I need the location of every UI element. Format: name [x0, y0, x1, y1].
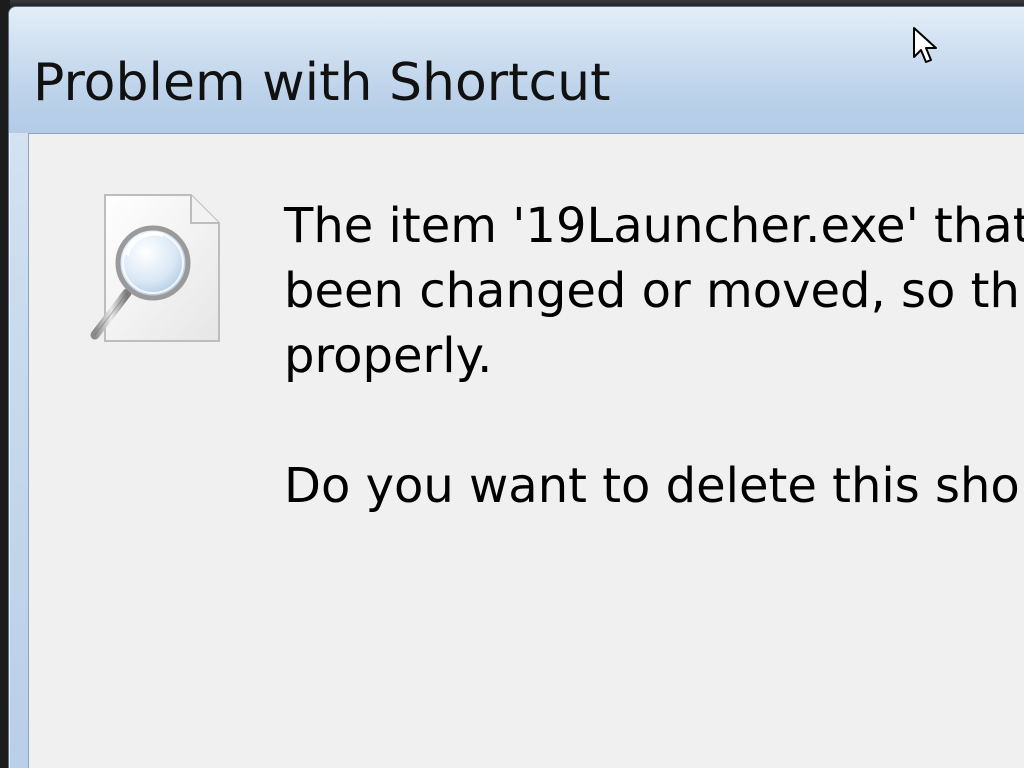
- dialog-title-bar[interactable]: Problem with Shortcut: [9, 7, 1024, 133]
- message-line-2: been changed or moved, so this: [284, 263, 1024, 319]
- dialog-content-area: The item '19Launcher.exe' that been chan…: [28, 133, 1024, 768]
- message-line-3: properly.: [284, 328, 493, 384]
- desktop-screen: Problem with Shortcut The item '19Launch…: [0, 0, 1024, 768]
- message-line-1: The item '19Launcher.exe' that: [284, 198, 1024, 254]
- document-magnifier-icon: [90, 194, 220, 342]
- dialog-message: The item '19Launcher.exe' that been chan…: [284, 194, 1024, 519]
- problem-with-shortcut-dialog: Problem with Shortcut The item '19Launch…: [8, 6, 1024, 768]
- dialog-title: Problem with Shortcut: [33, 53, 611, 113]
- mouse-pointer-icon: [913, 27, 937, 63]
- delete-shortcut-question: Do you want to delete this shor: [284, 458, 1024, 514]
